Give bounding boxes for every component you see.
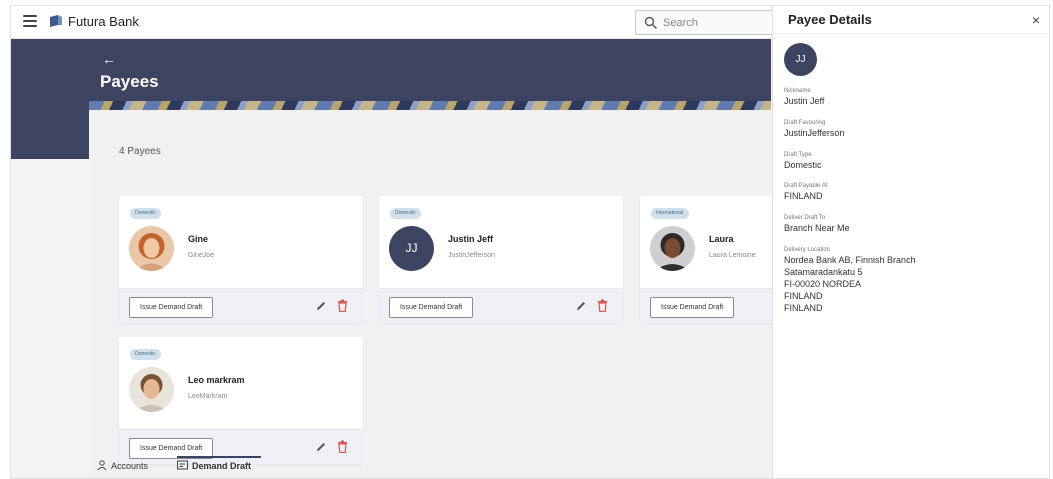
decorative-pattern <box>89 101 771 110</box>
hamburger-menu-icon[interactable] <box>23 15 37 27</box>
tab-accounts-label: Accounts <box>111 461 149 471</box>
payees-content: 4 Payees Domestic Gine GineJoe Issue Dem… <box>89 110 884 478</box>
payee-details-panel: Payee Details × JJ Nickname Justin Jeff … <box>772 6 1049 478</box>
field-draft-payable-at: Draft Payable At FINLAND <box>784 183 1044 202</box>
search-input[interactable]: Search <box>635 10 775 35</box>
payee-nickname: JustinJefferson <box>448 252 495 259</box>
active-tab-indicator <box>177 456 261 458</box>
search-icon <box>644 16 657 29</box>
field-value: FINLAND <box>784 191 823 201</box>
search-placeholder: Search <box>663 17 698 29</box>
avatar <box>129 367 174 412</box>
payee-card-justin-jeff[interactable]: Domestic JJ Justin Jeff JustinJefferson … <box>379 196 623 323</box>
issue-demand-draft-button[interactable]: Issue Demand Draft <box>650 297 735 318</box>
back-arrow-icon[interactable]: ← <box>102 51 116 67</box>
delete-trash-icon[interactable] <box>597 299 608 312</box>
draft-icon <box>177 460 188 470</box>
payee-count: 4 Payees <box>119 146 161 157</box>
address-line: Nordea Bank AB, Finnish Branch <box>784 255 916 265</box>
tab-demand-draft[interactable]: Demand Draft <box>177 460 251 471</box>
card-footer: Issue Demand Draft <box>379 288 623 323</box>
field-value: JustinJefferson <box>784 128 845 138</box>
field-delivery-location: Delivery Location Nordea Bank AB, Finnis… <box>784 247 1044 314</box>
payee-name: Leo markram <box>188 375 245 385</box>
address-line: FINLAND <box>784 303 823 313</box>
address-line: Satamaradankatu 5 <box>784 267 863 277</box>
card-footer: Issue Demand Draft <box>119 288 363 323</box>
bottom-tabs: Accounts Demand Draft <box>89 456 771 478</box>
payee-nickname: GineJoe <box>188 252 215 259</box>
field-label: Draft Favouring <box>784 120 826 126</box>
payee-type-badge: Domestic <box>130 208 161 219</box>
delete-trash-icon[interactable] <box>337 299 348 312</box>
avatar <box>650 226 695 271</box>
field-label: Delivery Location <box>784 247 831 253</box>
issue-demand-draft-button[interactable]: Issue Demand Draft <box>389 297 474 318</box>
page-title: Payees <box>100 72 159 91</box>
issue-demand-draft-button[interactable]: Issue Demand Draft <box>129 297 214 318</box>
avatar: JJ <box>784 43 817 76</box>
field-draft-favouring: Draft Favouring JustinJefferson <box>784 120 1044 139</box>
edit-pencil-icon[interactable] <box>315 300 327 312</box>
close-icon[interactable]: × <box>1032 12 1040 28</box>
brand-name: Futura Bank <box>68 14 139 29</box>
field-label: Deliver Draft To <box>784 215 826 221</box>
edit-pencil-icon[interactable] <box>315 441 327 453</box>
payee-nickname: LeoMarkram <box>188 393 228 400</box>
bank-logo-icon <box>50 15 62 27</box>
payee-type-badge: International <box>651 208 689 219</box>
field-draft-type: Draft Type Domestic <box>784 152 1044 171</box>
payee-name: Justin Jeff <box>448 234 494 244</box>
payee-name: Laura <box>709 234 734 244</box>
delete-trash-icon[interactable] <box>337 440 348 453</box>
payee-card-gine[interactable]: Domestic Gine GineJoe Issue Demand Draft <box>119 196 363 323</box>
field-label: Nickname <box>784 88 811 94</box>
panel-title: Payee Details <box>788 12 872 27</box>
avatar <box>129 226 174 271</box>
payee-name: Gine <box>188 234 209 244</box>
user-icon <box>97 460 107 471</box>
field-label: Draft Type <box>784 152 812 158</box>
field-nickname: Nickname Justin Jeff <box>784 88 1044 107</box>
top-bar: Futura Bank Search <box>11 6 775 39</box>
field-deliver-draft-to: Deliver Draft To Branch Near Me <box>784 215 1044 234</box>
avatar: JJ <box>389 226 434 271</box>
payee-card-leo-markram[interactable]: Domestic Leo markram LeoMarkram Issue De… <box>119 337 363 464</box>
payee-type-badge: Domestic <box>130 349 161 360</box>
app-frame: Futura Bank Search ← Payees 4 Payees Dom… <box>10 5 1050 479</box>
tab-accounts[interactable]: Accounts <box>97 460 148 471</box>
address-line: FI-00020 NORDEA <box>784 279 862 289</box>
payee-nickname: Laura Lemoine <box>709 252 756 259</box>
address-line: FINLAND <box>784 291 823 301</box>
field-value: Justin Jeff <box>784 96 825 106</box>
payee-type-badge: Domestic <box>390 208 421 219</box>
field-value: Branch Near Me <box>784 223 850 233</box>
tab-demand-draft-label: Demand Draft <box>192 461 252 471</box>
field-label: Draft Payable At <box>784 183 828 189</box>
edit-pencil-icon[interactable] <box>575 300 587 312</box>
panel-header: Payee Details × <box>773 6 1049 34</box>
field-value: Domestic <box>784 160 822 170</box>
